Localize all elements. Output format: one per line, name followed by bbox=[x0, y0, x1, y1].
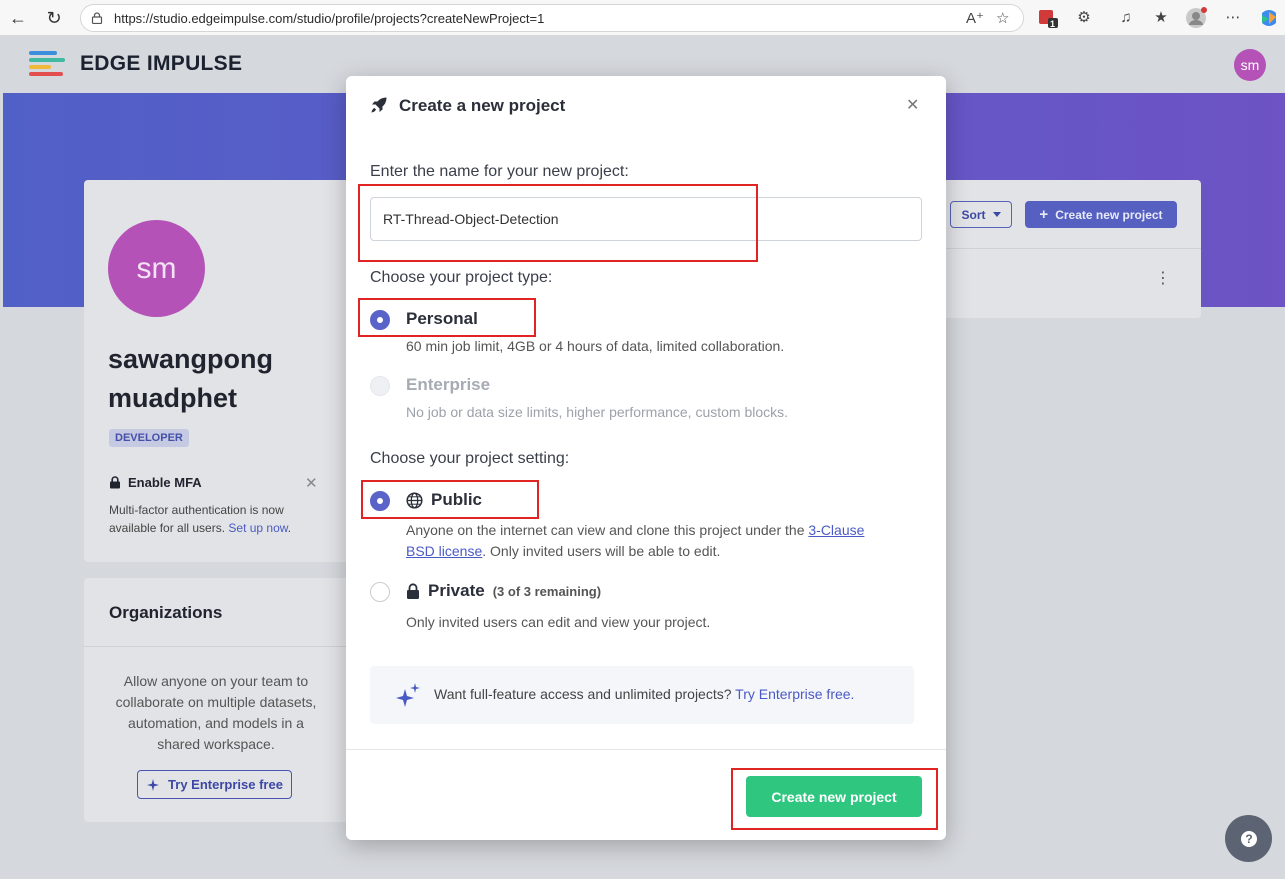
extension-badge-icon[interactable]: 1 bbox=[1037, 7, 1059, 29]
address-bar[interactable]: https://studio.edgeimpulse.com/studio/pr… bbox=[80, 4, 1024, 32]
mfa-title: Enable MFA bbox=[109, 475, 202, 490]
enterprise-radio bbox=[370, 376, 390, 396]
more-menu-icon[interactable]: ⋯ bbox=[1222, 7, 1244, 29]
create-project-modal: Create a new project ✕ Enter the name fo… bbox=[346, 76, 946, 840]
globe-icon bbox=[406, 491, 423, 509]
mfa-description: Multi-factor authentication is now avail… bbox=[109, 501, 334, 537]
profile-avatar[interactable]: sm bbox=[108, 220, 205, 317]
lock-icon bbox=[407, 582, 419, 599]
private-description: Only invited users can edit and view you… bbox=[406, 614, 711, 630]
name-label: Enter the name for your new project: bbox=[370, 163, 629, 180]
sparkles-icon bbox=[396, 683, 420, 707]
extensions-puzzle-icon[interactable]: ⚙ bbox=[1073, 7, 1095, 29]
public-label[interactable]: Public bbox=[406, 490, 482, 510]
role-badge: DEVELOPER bbox=[109, 429, 189, 447]
profile-icon[interactable] bbox=[1185, 7, 1207, 29]
profile-card: sm sawangpong muadphet DEVELOPER Enable … bbox=[84, 180, 354, 562]
sort-button[interactable]: Sort bbox=[950, 201, 1012, 228]
projects-panel: Sort + Create new project ⋮ bbox=[935, 180, 1201, 318]
divider bbox=[935, 248, 1201, 249]
question-icon: ? bbox=[1240, 830, 1257, 847]
private-label-text: Private bbox=[428, 581, 485, 600]
help-button[interactable]: ? bbox=[1225, 815, 1272, 862]
refresh-icon[interactable]: ↻ bbox=[42, 6, 66, 30]
project-name-input[interactable] bbox=[370, 197, 922, 241]
public-label-text: Public bbox=[431, 490, 483, 509]
public-radio[interactable] bbox=[370, 491, 390, 511]
mfa-title-text: Enable MFA bbox=[128, 475, 202, 490]
create-project-button-small[interactable]: + Create new project bbox=[1025, 201, 1177, 228]
favorite-star-icon[interactable]: ☆ bbox=[996, 9, 1009, 27]
svg-text:?: ? bbox=[1245, 832, 1252, 846]
extension-badge-count: 1 bbox=[1050, 19, 1056, 29]
organizations-description: Allow anyone on your team to collaborate… bbox=[115, 673, 317, 752]
private-radio[interactable] bbox=[370, 582, 390, 602]
footer-divider bbox=[346, 749, 946, 750]
modal-title: Create a new project bbox=[399, 96, 566, 115]
profile-name: sawangpong muadphet bbox=[108, 344, 274, 413]
private-remaining: (3 of 3 remaining) bbox=[492, 583, 602, 599]
url-text[interactable]: https://studio.edgeimpulse.com/studio/pr… bbox=[114, 11, 544, 26]
organizations-card: Organizations Allow anyone on your team … bbox=[84, 578, 354, 822]
edge-impulse-logo-icon[interactable] bbox=[28, 49, 68, 79]
personal-radio[interactable] bbox=[370, 310, 390, 330]
organizations-title: Organizations bbox=[109, 603, 223, 622]
kebab-menu-icon[interactable]: ⋮ bbox=[1155, 271, 1171, 287]
private-label[interactable]: Private (3 of 3 remaining) bbox=[406, 581, 601, 601]
divider bbox=[84, 646, 354, 647]
mfa-setup-link[interactable]: Set up now bbox=[228, 521, 287, 535]
rocket-icon bbox=[371, 97, 387, 113]
public-description: Anyone on the internet can view and clon… bbox=[406, 520, 866, 562]
back-icon[interactable]: ← bbox=[6, 6, 30, 30]
enterprise-label: Enterprise bbox=[406, 375, 491, 394]
try-enterprise-button[interactable]: Try Enterprise free bbox=[137, 770, 292, 799]
setting-label: Choose your project setting: bbox=[370, 450, 570, 467]
personal-label[interactable]: Personal bbox=[406, 309, 478, 329]
favorites-icon[interactable]: ★ bbox=[1150, 7, 1172, 29]
modal-header: Create a new project ✕ bbox=[346, 76, 946, 136]
enterprise-promo: Want full-feature access and unlimited p… bbox=[370, 666, 914, 724]
personal-description: 60 min job limit, 4GB or 4 hours of data… bbox=[406, 338, 785, 354]
logo-text[interactable]: EDGE IMPULSE bbox=[80, 52, 242, 76]
modal-close-icon[interactable]: ✕ bbox=[906, 95, 919, 115]
promo-enterprise-link[interactable]: Try Enterprise free. bbox=[735, 686, 854, 702]
mfa-dismiss-icon[interactable]: ✕ bbox=[305, 474, 318, 492]
caret-down-icon bbox=[992, 212, 1001, 217]
enterprise-description: No job or data size limits, higher perfo… bbox=[406, 404, 789, 420]
promo-text-body: Want full-feature access and unlimited p… bbox=[434, 686, 736, 702]
browser-toolbar: ← ↻ https://studio.edgeimpulse.com/studi… bbox=[0, 0, 1285, 36]
create-project-label-small: Create new project bbox=[1055, 207, 1163, 222]
site-info-icon[interactable] bbox=[91, 12, 103, 24]
read-aloud-icon[interactable]: A⁺ bbox=[966, 9, 984, 27]
media-icon[interactable]: ♫ bbox=[1115, 7, 1137, 29]
lock-icon bbox=[110, 476, 120, 489]
sparkle-icon bbox=[147, 778, 160, 791]
type-label: Choose your project type: bbox=[370, 269, 553, 286]
promo-text: Want full-feature access and unlimited p… bbox=[434, 686, 854, 702]
header-avatar[interactable]: sm bbox=[1234, 49, 1266, 81]
public-desc-end: . Only invited users will be able to edi… bbox=[482, 543, 721, 559]
public-desc-start: Anyone on the internet can view and clon… bbox=[406, 522, 809, 538]
create-project-button[interactable]: Create new project bbox=[746, 776, 922, 817]
sort-label: Sort bbox=[961, 207, 986, 222]
copilot-icon[interactable] bbox=[1258, 7, 1280, 29]
try-enterprise-label: Try Enterprise free bbox=[168, 777, 283, 792]
plus-icon: + bbox=[1039, 206, 1049, 223]
mfa-description-end: . bbox=[287, 521, 292, 535]
